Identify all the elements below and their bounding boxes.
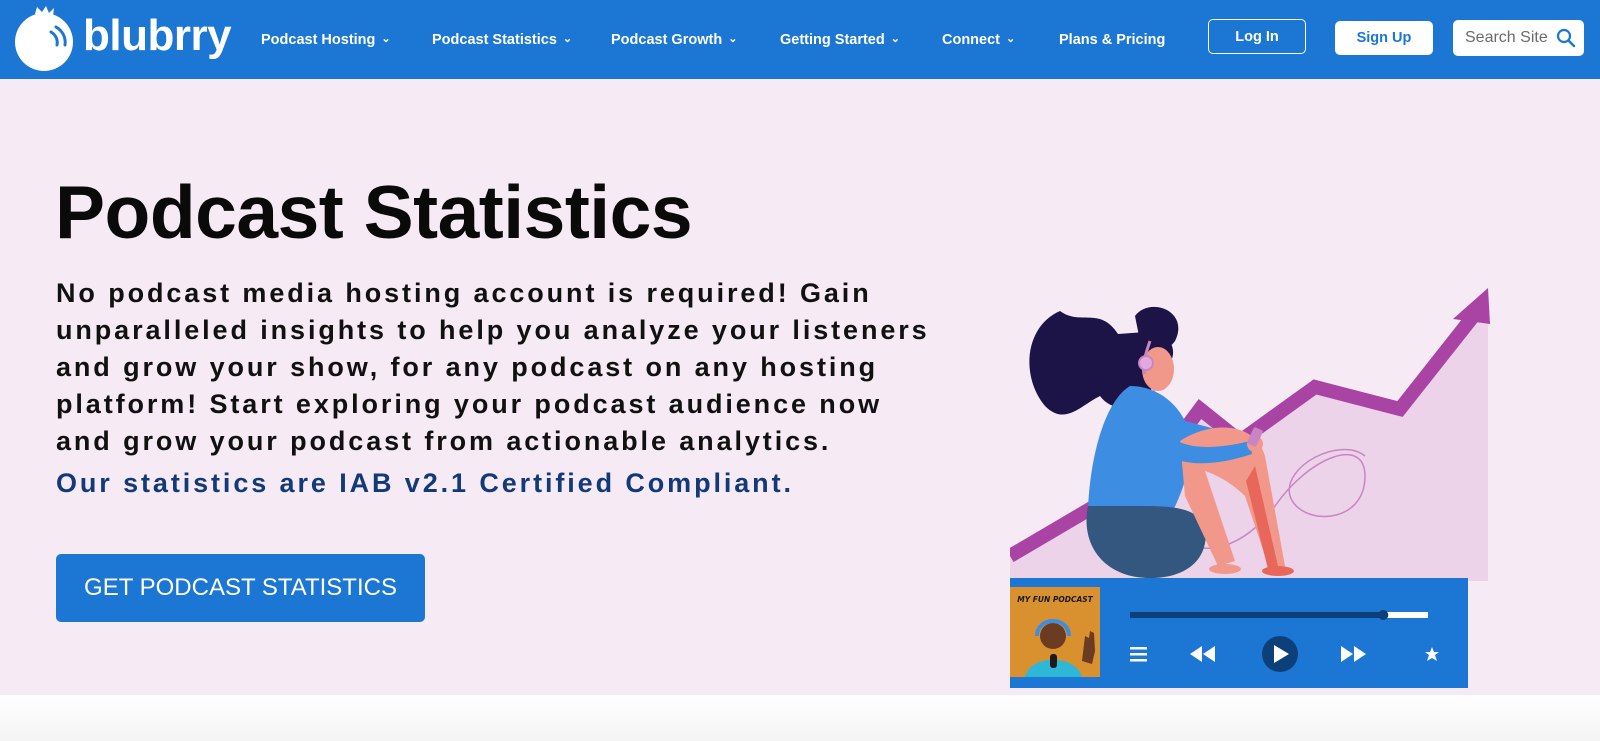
nav-item-label: Podcast Hosting <box>261 31 376 48</box>
nav-item-label: Getting Started <box>780 31 885 48</box>
get-podcast-statistics-button[interactable]: GET PODCAST STATISTICS <box>56 554 425 622</box>
chevron-down-icon: ⌄ <box>381 33 391 45</box>
search-input[interactable] <box>1465 20 1557 56</box>
signup-button[interactable]: Sign Up <box>1335 21 1433 55</box>
nav-podcast-statistics[interactable]: Podcast Statistics ⌄ <box>432 0 572 79</box>
player-progress-fill <box>1130 612 1384 618</box>
chevron-down-icon: ⌄ <box>890 33 900 45</box>
playlist-menu-icon <box>1130 647 1147 662</box>
hero-section: Podcast Statistics No podcast media host… <box>0 79 1600 695</box>
nav-item-label: Podcast Statistics <box>432 31 557 48</box>
blubrry-logo[interactable]: blubrry <box>13 5 232 71</box>
growth-arrow-head <box>1453 288 1490 324</box>
nav-item-label: Connect <box>942 31 1000 48</box>
nav-item-label: Podcast Growth <box>611 31 723 48</box>
headphone-earcup <box>1138 355 1154 371</box>
site-search <box>1453 20 1584 56</box>
shoe-right <box>1262 566 1294 576</box>
page-title: Podcast Statistics <box>55 170 693 254</box>
top-navigation-bar: blubrry Podcast Hosting ⌄ Podcast Statist… <box>0 0 1600 79</box>
brand-name: blubrry <box>83 11 232 60</box>
cover-avatar-head <box>1040 623 1066 649</box>
chevron-down-icon: ⌄ <box>562 33 573 45</box>
nav-connect[interactable]: Connect ⌄ <box>942 0 1015 79</box>
cover-avatar-mic <box>1050 654 1057 668</box>
nav-item-label: Plans & Pricing <box>1059 31 1166 48</box>
certification-statement: Our statistics are IAB v2.1 Certified Co… <box>56 468 794 498</box>
blubrry-logo-icon <box>15 6 73 71</box>
nav-plans-pricing[interactable]: Plans & Pricing <box>1059 0 1165 79</box>
hero-description: No podcast media hosting account is requ… <box>56 278 930 456</box>
podcast-cover-title: MY FUN PODCAST <box>1017 595 1093 604</box>
next-section-top-edge <box>0 695 1600 741</box>
nav-getting-started[interactable]: Getting Started ⌄ <box>780 0 900 79</box>
nav-podcast-growth[interactable]: Podcast Growth ⌄ <box>611 0 737 79</box>
player-progress-knob <box>1378 610 1389 620</box>
search-icon[interactable] <box>1556 28 1576 48</box>
shoe-left <box>1209 564 1241 574</box>
nav-podcast-hosting[interactable]: Podcast Hosting ⌄ <box>261 0 391 79</box>
chevron-down-icon: ⌄ <box>728 33 738 45</box>
podcast-statistics-illustration: MY FUN PODCAST <box>1010 288 1490 688</box>
login-button[interactable]: Log In <box>1208 19 1306 54</box>
chevron-down-icon: ⌄ <box>1006 33 1016 45</box>
